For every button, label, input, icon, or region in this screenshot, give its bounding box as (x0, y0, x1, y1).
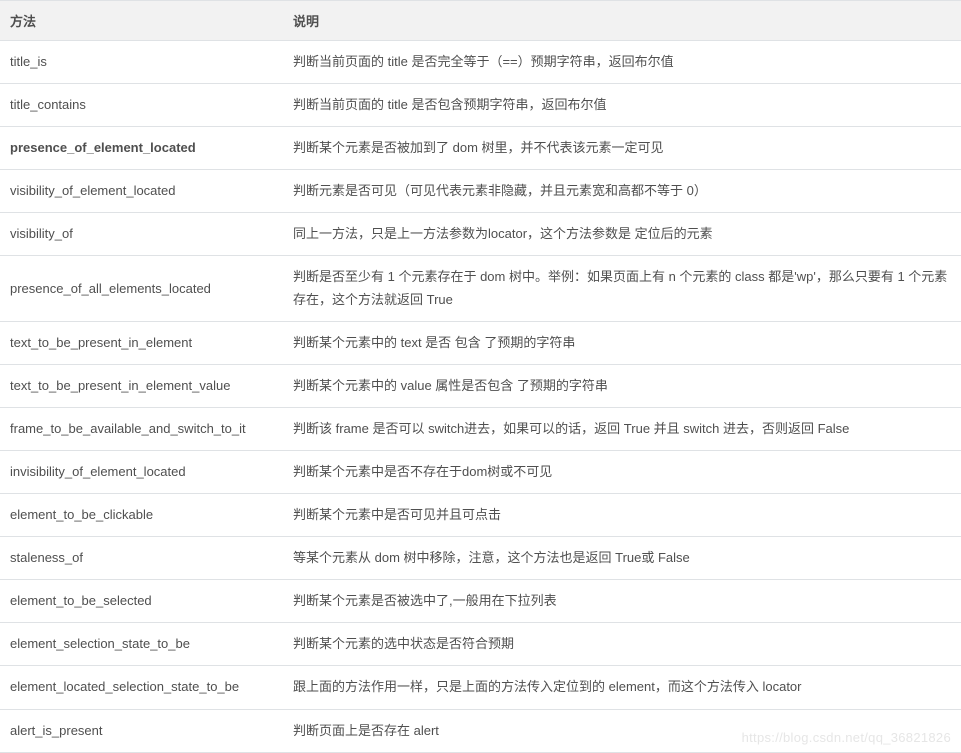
table-row: title_contains判断当前页面的 title 是否包含预期字符串，返回… (0, 84, 961, 127)
cell-method: title_is (0, 41, 283, 84)
cell-method: frame_to_be_available_and_switch_to_it (0, 407, 283, 450)
table-row: visibility_of_element_located判断元素是否可见（可见… (0, 170, 961, 213)
header-description: 说明 (283, 1, 961, 41)
cell-description: 判断某个元素的选中状态是否符合预期 (283, 623, 961, 666)
table-container: 方法 说明 title_is判断当前页面的 title 是否完全等于（==）预期… (0, 0, 961, 753)
table-row: title_is判断当前页面的 title 是否完全等于（==）预期字符串，返回… (0, 41, 961, 84)
cell-method: text_to_be_present_in_element_value (0, 364, 283, 407)
cell-method: visibility_of_element_located (0, 170, 283, 213)
cell-method: alert_is_present (0, 709, 283, 752)
cell-description: 判断元素是否可见（可见代表元素非隐藏，并且元素宽和高都不等于 0） (283, 170, 961, 213)
cell-description: 判断某个元素中的 value 属性是否包含 了预期的字符串 (283, 364, 961, 407)
cell-method: element_to_be_clickable (0, 494, 283, 537)
cell-method: staleness_of (0, 537, 283, 580)
cell-description: 判断当前页面的 title 是否完全等于（==）预期字符串，返回布尔值 (283, 41, 961, 84)
cell-description: 同上一方法，只是上一方法参数为locator，这个方法参数是 定位后的元素 (283, 213, 961, 256)
table-row: invisibility_of_element_located判断某个元素中是否… (0, 450, 961, 493)
cell-method: element_located_selection_state_to_be (0, 666, 283, 709)
cell-method: presence_of_element_located (0, 127, 283, 170)
cell-description: 判断某个元素是否被选中了,一般用在下拉列表 (283, 580, 961, 623)
cell-method: presence_of_all_elements_located (0, 256, 283, 321)
cell-description: 判断当前页面的 title 是否包含预期字符串，返回布尔值 (283, 84, 961, 127)
table-row: frame_to_be_available_and_switch_to_it判断… (0, 407, 961, 450)
cell-method: visibility_of (0, 213, 283, 256)
cell-description: 判断该 frame 是否可以 switch进去，如果可以的话，返回 True 并… (283, 407, 961, 450)
cell-method: text_to_be_present_in_element (0, 321, 283, 364)
cell-description: 判断页面上是否存在 alert (283, 709, 961, 752)
cell-method: title_contains (0, 84, 283, 127)
cell-description: 等某个元素从 dom 树中移除，注意，这个方法也是返回 True或 False (283, 537, 961, 580)
cell-method: element_to_be_selected (0, 580, 283, 623)
table-row: text_to_be_present_in_element_value判断某个元… (0, 364, 961, 407)
cell-method: invisibility_of_element_located (0, 450, 283, 493)
cell-description: 判断某个元素中是否不存在于dom树或不可见 (283, 450, 961, 493)
table-row: alert_is_present判断页面上是否存在 alert (0, 709, 961, 752)
cell-description: 判断是否至少有 1 个元素存在于 dom 树中。举例：如果页面上有 n 个元素的… (283, 256, 961, 321)
table-row: element_selection_state_to_be判断某个元素的选中状态… (0, 623, 961, 666)
cell-description: 判断某个元素是否被加到了 dom 树里，并不代表该元素一定可见 (283, 127, 961, 170)
header-method: 方法 (0, 1, 283, 41)
methods-table: 方法 说明 title_is判断当前页面的 title 是否完全等于（==）预期… (0, 0, 961, 753)
cell-description: 跟上面的方法作用一样，只是上面的方法传入定位到的 element，而这个方法传入… (283, 666, 961, 709)
table-header: 方法 说明 (0, 1, 961, 41)
cell-description: 判断某个元素中是否可见并且可点击 (283, 494, 961, 537)
table-row: element_located_selection_state_to_be跟上面… (0, 666, 961, 709)
cell-description: 判断某个元素中的 text 是否 包含 了预期的字符串 (283, 321, 961, 364)
table-row: presence_of_element_located判断某个元素是否被加到了 … (0, 127, 961, 170)
table-header-row: 方法 说明 (0, 1, 961, 41)
table-row: presence_of_all_elements_located判断是否至少有 … (0, 256, 961, 321)
table-row: element_to_be_selected判断某个元素是否被选中了,一般用在下… (0, 580, 961, 623)
table-row: element_to_be_clickable判断某个元素中是否可见并且可点击 (0, 494, 961, 537)
table-row: visibility_of同上一方法，只是上一方法参数为locator，这个方法… (0, 213, 961, 256)
table-body: title_is判断当前页面的 title 是否完全等于（==）预期字符串，返回… (0, 41, 961, 753)
table-row: staleness_of等某个元素从 dom 树中移除，注意，这个方法也是返回 … (0, 537, 961, 580)
table-row: text_to_be_present_in_element判断某个元素中的 te… (0, 321, 961, 364)
cell-method: element_selection_state_to_be (0, 623, 283, 666)
